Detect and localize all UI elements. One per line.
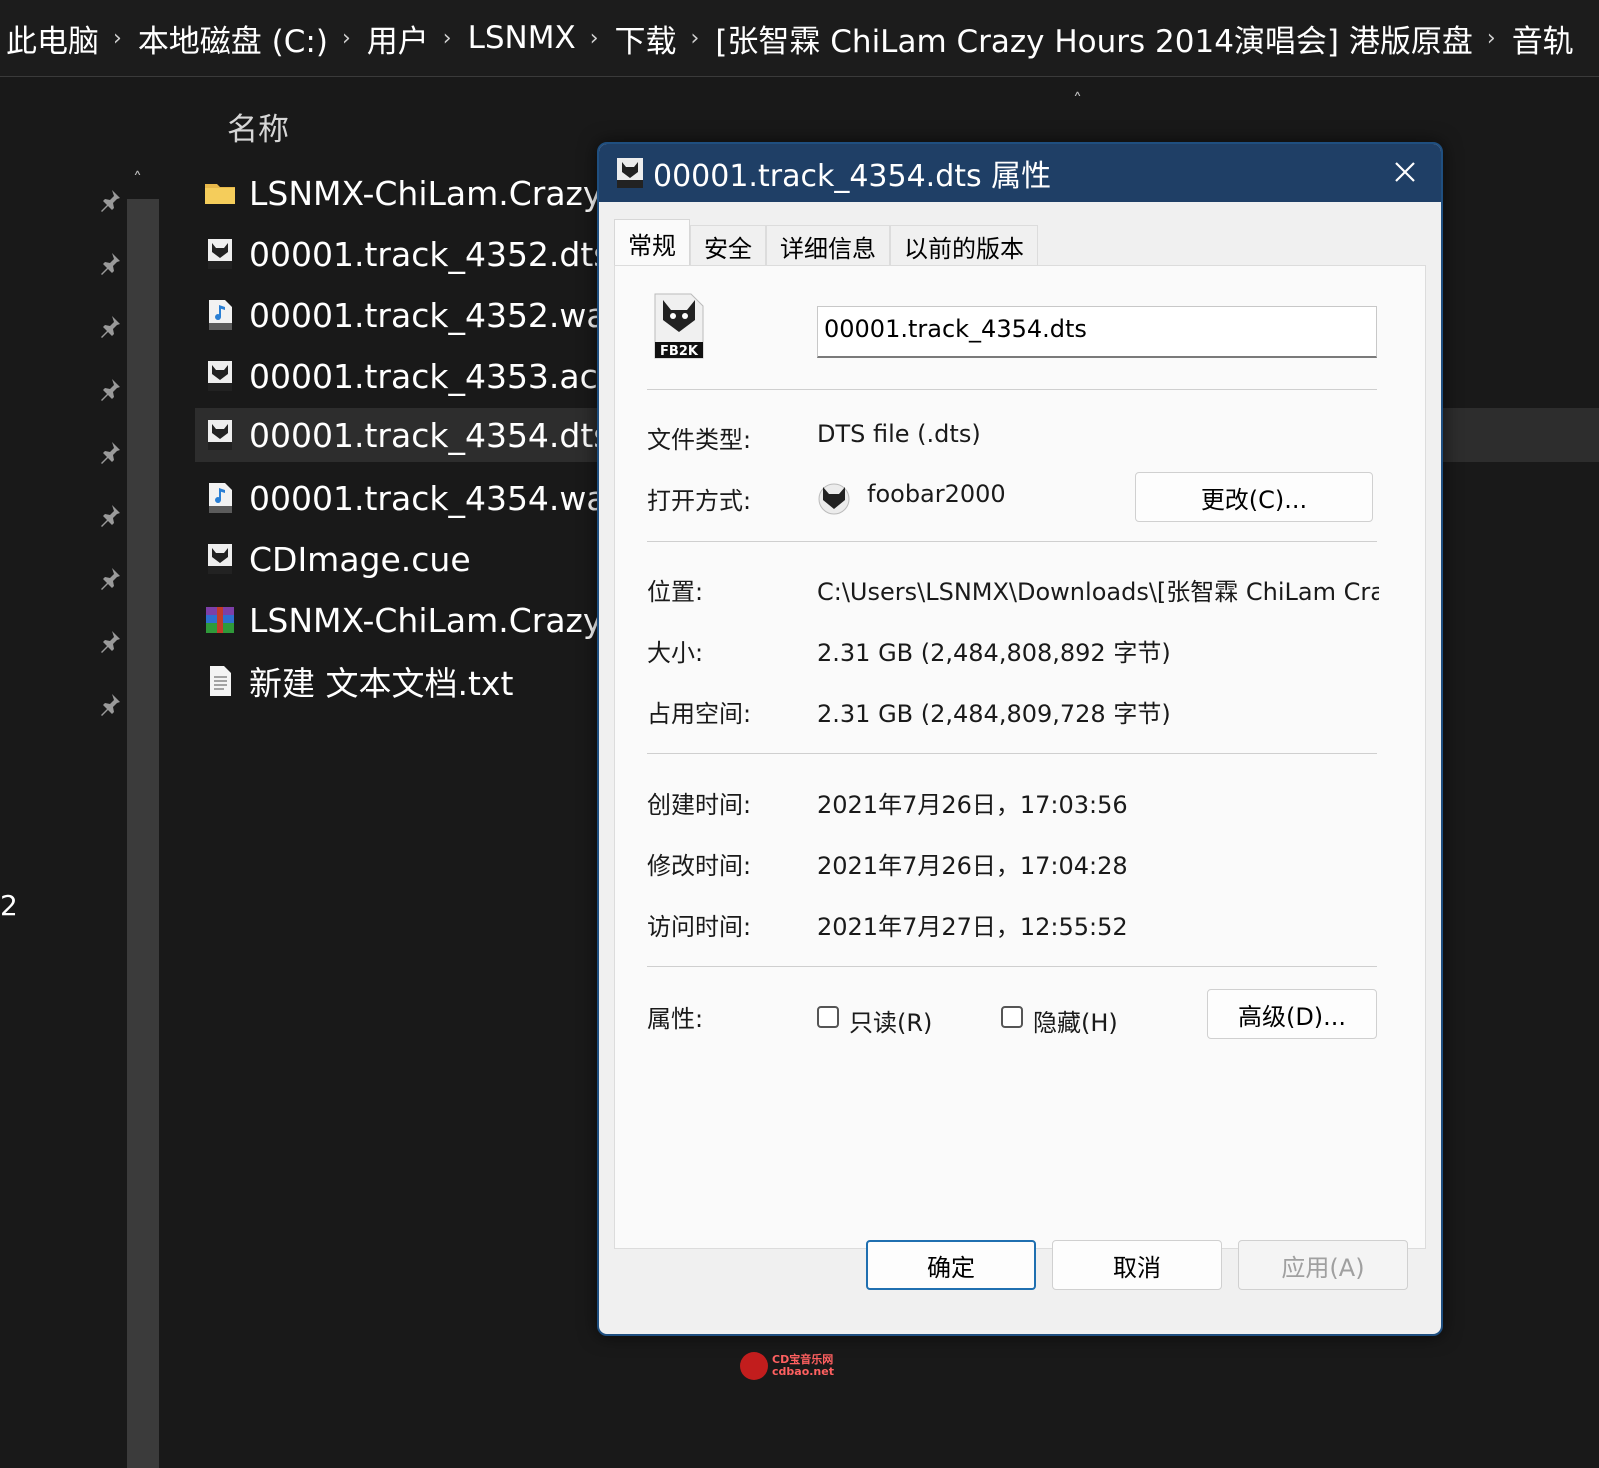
size-label: 大小: xyxy=(647,639,704,667)
fb2k-file-icon xyxy=(208,420,232,450)
chevron-right-icon[interactable]: › xyxy=(681,26,710,51)
breadcrumb-item-users[interactable]: 用户 xyxy=(361,16,433,61)
divider xyxy=(647,966,1377,967)
divider xyxy=(647,753,1377,754)
size-value: 2.31 GB (2,484,808,892 字节) xyxy=(817,639,1171,667)
nav-item-partial-label: 2 xyxy=(0,889,18,922)
breadcrumb-item-user[interactable]: LSNMX xyxy=(462,20,580,56)
wav-file-icon xyxy=(209,300,232,330)
fb2k-file-icon xyxy=(208,361,232,391)
chevron-right-icon[interactable]: › xyxy=(332,26,361,51)
accessed-label: 访问时间: xyxy=(647,913,752,941)
dialog-tabs: 常规 安全 详细信息 以前的版本 xyxy=(614,219,1038,266)
column-header-name[interactable]: 名称 xyxy=(227,104,289,149)
file-name: LSNMX-ChiLam.Crazy.H xyxy=(249,173,634,213)
cue-file-icon xyxy=(208,544,232,574)
file-name: 新建 文本文档.txt xyxy=(249,664,514,703)
pin-icon[interactable] xyxy=(98,188,122,212)
open-with-label: 打开方式: xyxy=(647,487,752,515)
breadcrumb-item-this-pc[interactable]: 此电脑 xyxy=(0,16,103,61)
tab-security[interactable]: 安全 xyxy=(690,225,766,266)
file-name: LSNMX-ChiLam.Crazy.H xyxy=(249,600,634,640)
pin-icon[interactable] xyxy=(98,440,122,464)
watermark: CD宝音乐网 cdbao.net xyxy=(740,1352,834,1380)
chevron-right-icon[interactable]: › xyxy=(103,26,132,51)
file-name: 00001.track_4354.dts xyxy=(249,415,611,455)
cdbao-logo-icon xyxy=(740,1352,768,1380)
pin-icon[interactable] xyxy=(98,503,122,527)
tab-details[interactable]: 详细信息 xyxy=(766,225,890,266)
scroll-up-arrow-icon[interactable]: ˄ xyxy=(133,169,142,190)
size-on-disk-value: 2.31 GB (2,484,809,728 字节) xyxy=(817,700,1171,728)
pin-icon[interactable] xyxy=(98,566,122,590)
general-tab-panel: FB2K 00001.track_4354.dts 文件类型: DTS file… xyxy=(614,265,1426,1249)
fb2k-badge-text: FB2K xyxy=(660,344,699,359)
created-value: 2021年7月26日，17:03:56 xyxy=(817,791,1128,819)
dialog-title: 00001.track_4354.dts 属性 xyxy=(653,159,1052,194)
breadcrumb-item-tracks[interactable]: 音轨 xyxy=(1506,16,1578,61)
dialog-title-bar[interactable]: 00001.track_4354.dts 属性 xyxy=(599,144,1441,202)
text-file-icon xyxy=(210,666,231,696)
pin-icon[interactable] xyxy=(98,251,122,275)
address-breadcrumb: 此电脑 › 本地磁盘 (C:) › 用户 › LSNMX › 下载 › [张智霖… xyxy=(0,0,1599,77)
open-with-value: foobar2000 xyxy=(867,480,1006,508)
fb2k-file-icon xyxy=(617,158,643,188)
accessed-value: 2021年7月27日，12:55:52 xyxy=(817,913,1128,941)
file-name: 00001.track_4352.wav xyxy=(249,295,627,335)
apply-button[interactable]: 应用(A) xyxy=(1238,1240,1408,1290)
file-name: 00001.track_4354.wav xyxy=(249,478,627,518)
size-on-disk-label: 占用空间: xyxy=(647,700,752,728)
archive-icon xyxy=(206,607,234,633)
ok-button[interactable]: 确定 xyxy=(866,1240,1036,1290)
readonly-checkbox[interactable] xyxy=(817,1006,839,1028)
file-name: CDImage.cue xyxy=(249,539,471,579)
pin-icon[interactable] xyxy=(98,314,122,338)
breadcrumb-item-downloads[interactable]: 下载 xyxy=(609,16,681,61)
wav-file-icon xyxy=(209,483,232,513)
watermark-text: CD宝音乐网 cdbao.net xyxy=(772,1354,834,1378)
attributes-label: 属性: xyxy=(647,1005,704,1033)
divider xyxy=(647,389,1377,390)
folder-icon xyxy=(205,184,235,204)
breadcrumb-item-album-folder[interactable]: [张智霖 ChiLam Crazy Hours 2014演唱会] 港版原盘 xyxy=(709,16,1477,61)
modified-label: 修改时间: xyxy=(647,852,752,880)
navigation-pane: ˄ 2 xyxy=(0,77,160,1468)
advanced-button[interactable]: 高级(D)... xyxy=(1207,989,1377,1039)
divider xyxy=(647,541,1377,542)
navigation-scrollbar[interactable] xyxy=(127,199,159,1468)
file-name-field[interactable]: 00001.track_4354.dts xyxy=(817,306,1377,358)
pin-icon[interactable] xyxy=(98,692,122,716)
readonly-label[interactable]: 只读(R) xyxy=(849,1003,932,1038)
breadcrumb-item-local-disk[interactable]: 本地磁盘 (C:) xyxy=(132,16,332,61)
chevron-right-icon[interactable]: › xyxy=(580,26,609,51)
file-name: 00001.track_4353.ac3 xyxy=(249,356,619,396)
fb2k-file-icon: FB2K xyxy=(654,293,704,359)
properties-dialog: 00001.track_4354.dts 属性 常规 安全 详细信息 以前的版本… xyxy=(597,142,1443,1336)
change-button[interactable]: 更改(C)... xyxy=(1135,472,1373,522)
foobar2000-icon xyxy=(818,483,850,515)
pin-icon[interactable] xyxy=(98,377,122,401)
tab-previous-versions[interactable]: 以前的版本 xyxy=(890,225,1038,266)
close-icon[interactable] xyxy=(1387,154,1423,190)
hidden-checkbox[interactable] xyxy=(1001,1006,1023,1028)
location-label: 位置: xyxy=(647,578,704,606)
sort-ascending-icon[interactable]: ˄ xyxy=(1073,90,1082,111)
fb2k-file-icon xyxy=(208,239,232,269)
created-label: 创建时间: xyxy=(647,791,752,819)
pin-icon[interactable] xyxy=(98,629,122,653)
tab-general[interactable]: 常规 xyxy=(614,219,690,266)
location-value: C:\Users\LSNMX\Downloads\[张智霖 ChiLam Cra… xyxy=(817,578,1379,606)
file-type-value: DTS file (.dts) xyxy=(817,420,981,448)
cancel-button[interactable]: 取消 xyxy=(1052,1240,1222,1290)
chevron-right-icon[interactable]: › xyxy=(1477,26,1506,51)
watermark-line2: cdbao.net xyxy=(772,1365,834,1378)
hidden-label[interactable]: 隐藏(H) xyxy=(1033,1003,1118,1038)
file-name: 00001.track_4352.dts xyxy=(249,234,611,274)
file-type-label: 文件类型: xyxy=(647,426,752,454)
modified-value: 2021年7月26日，17:04:28 xyxy=(817,852,1128,880)
chevron-right-icon[interactable]: › xyxy=(433,26,462,51)
